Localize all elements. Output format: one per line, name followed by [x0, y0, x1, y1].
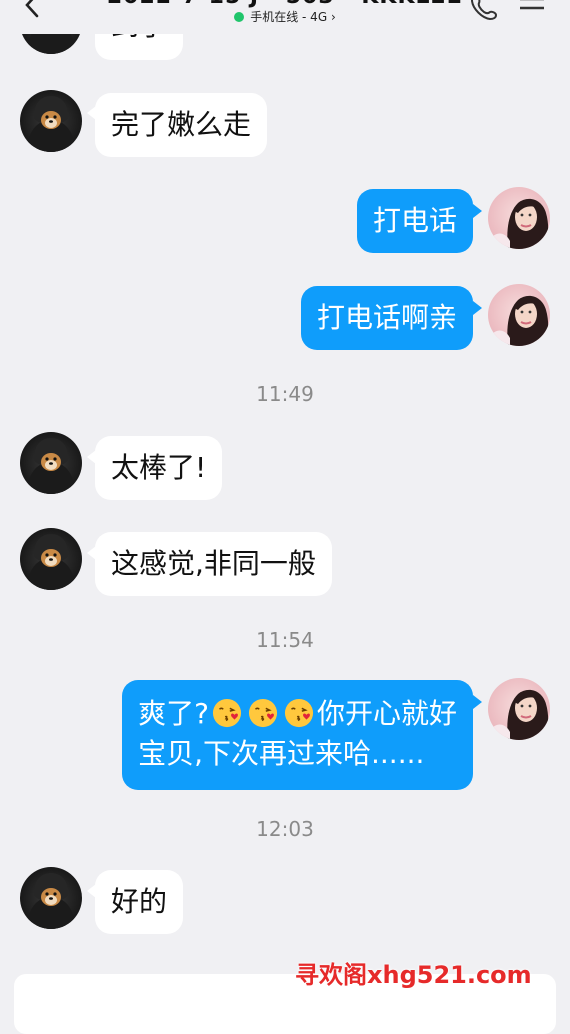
- online-status-text: 手机在线 - 4G: [250, 10, 328, 24]
- my-avatar[interactable]: [488, 678, 550, 740]
- online-dot-icon: [234, 12, 245, 22]
- girl-avatar-image: [488, 678, 550, 740]
- girl-avatar-image: [488, 187, 550, 249]
- chevron-right-icon: ›: [330, 10, 336, 24]
- kiss-emoji-icon: [212, 698, 242, 728]
- kiss-emoji-icon: [248, 698, 278, 728]
- message-line: 宝贝,下次再过来哈......: [138, 737, 425, 770]
- message-bubble[interactable]: 这感觉,非同一般: [95, 532, 332, 596]
- bubble-tail: [473, 204, 482, 218]
- message-bubble[interactable]: 打电话啊亲: [300, 286, 473, 350]
- watermark-text: 寻欢阁xhg521.com: [295, 961, 532, 989]
- bubble-tail: [473, 301, 482, 315]
- message-line: 爽了? 你开心就好: [138, 694, 457, 734]
- message-text: 爽了?: [138, 697, 209, 730]
- hamburger-menu-icon: [520, 0, 544, 10]
- message-bubble[interactable]: 太棒了!: [95, 436, 223, 500]
- dog-avatar-image: [20, 528, 82, 590]
- phone-call-button[interactable]: [470, 0, 498, 21]
- chat-header: 2022-7-15 J · 503 · KKKL22 手机在线 - 4G ›: [0, 0, 570, 34]
- timestamp: 11:49: [256, 382, 314, 406]
- timestamp: 11:54: [256, 628, 314, 652]
- sender-avatar[interactable]: [20, 432, 82, 494]
- dog-avatar-image: [20, 90, 82, 152]
- message-bubble[interactable]: 爽了? 你开心就好 宝贝,下次再过来哈......: [122, 680, 473, 790]
- girl-avatar-image: [488, 284, 550, 346]
- message-bubble[interactable]: 打电话: [356, 189, 473, 253]
- phone-icon: [470, 0, 498, 21]
- dog-avatar-image: [20, 867, 82, 929]
- sender-avatar[interactable]: [20, 867, 82, 929]
- sender-avatar[interactable]: [20, 90, 82, 152]
- timestamp: 12:03: [256, 817, 314, 841]
- my-avatar[interactable]: [488, 187, 550, 249]
- bubble-tail: [473, 695, 482, 709]
- my-avatar[interactable]: [488, 284, 550, 346]
- sender-avatar[interactable]: [20, 528, 82, 590]
- message-bubble[interactable]: 好的: [95, 870, 184, 934]
- kiss-emoji-icon: [284, 698, 314, 728]
- menu-button[interactable]: [518, 0, 546, 16]
- message-text: 你开心就好: [316, 697, 457, 730]
- dog-avatar-image: [20, 432, 82, 494]
- message-bubble[interactable]: 完了嫩么走: [95, 93, 268, 157]
